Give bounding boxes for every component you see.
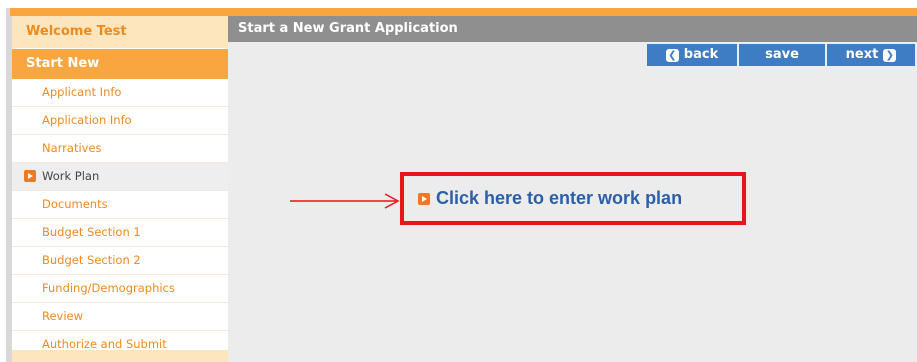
sidebar-item-label: Work Plan [42, 169, 100, 183]
sidebar-item-label: Funding/Demographics [42, 281, 175, 295]
sidebar-item-label: Narratives [42, 141, 102, 155]
chevron-left-icon: ❮ [665, 48, 679, 62]
sidebar-footer-bar [12, 350, 228, 362]
sidebar-item-label: Applicant Info [42, 85, 122, 99]
back-button[interactable]: ❮ back [647, 44, 737, 66]
sidebar-item-documents[interactable]: Documents [12, 191, 228, 219]
work-plan-callout: Click here to enter work plan [400, 172, 746, 225]
sidebar-item-application-info[interactable]: Application Info [12, 107, 228, 135]
sidebar-item-label: Budget Section 1 [42, 225, 141, 239]
sidebar-item-applicant-info[interactable]: Applicant Info [12, 79, 228, 107]
welcome-heading: Welcome Test [12, 16, 228, 48]
enter-work-plan-link[interactable]: Click here to enter work plan [436, 188, 682, 209]
next-button[interactable]: next ❯ [827, 44, 915, 66]
sidebar-item-work-plan[interactable]: Work Plan [12, 163, 228, 191]
sidebar: Welcome Test Start New Applicant Info Ap… [12, 16, 228, 362]
back-button-label: back [683, 47, 719, 62]
sidebar-item-label: Application Info [42, 113, 132, 127]
arrow-right-icon [24, 170, 36, 182]
arrow-right-icon [418, 192, 430, 205]
top-accent-bar [10, 8, 917, 16]
pointer-arrow-icon [290, 193, 400, 209]
sidebar-item-budget-section-2[interactable]: Budget Section 2 [12, 247, 228, 275]
sidebar-item-funding-demographics[interactable]: Funding/Demographics [12, 275, 228, 303]
section-title-start-new: Start New [12, 48, 228, 79]
sidebar-item-review[interactable]: Review [12, 303, 228, 331]
sidebar-nav: Applicant Info Application Info Narrativ… [12, 79, 228, 359]
sidebar-item-label: Documents [42, 197, 108, 211]
toolbar: ❮ back save next ❯ [645, 44, 915, 66]
next-button-label: next [845, 47, 879, 62]
sidebar-item-budget-section-1[interactable]: Budget Section 1 [12, 219, 228, 247]
save-button[interactable]: save [739, 44, 825, 66]
sidebar-item-label: Authorize and Submit [42, 337, 167, 351]
sidebar-item-label: Review [42, 309, 84, 323]
chevron-right-icon: ❯ [883, 48, 897, 62]
sidebar-item-narratives[interactable]: Narratives [12, 135, 228, 163]
page-title: Start a New Grant Application [228, 16, 917, 42]
sidebar-item-label: Budget Section 2 [42, 253, 141, 267]
save-button-label: save [765, 47, 799, 62]
